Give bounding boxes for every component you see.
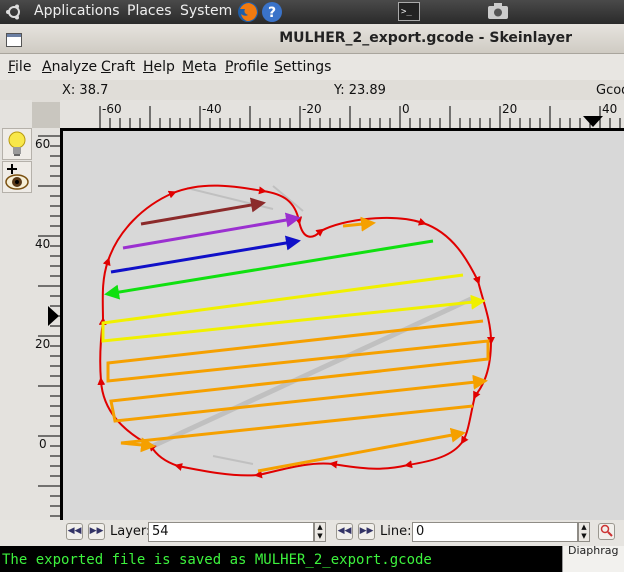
layer-field[interactable]: 54 xyxy=(148,522,314,542)
gcode-canvas[interactable] xyxy=(60,128,624,520)
status-left xyxy=(0,520,60,546)
infill-line xyxy=(342,216,376,232)
lightbulb-icon xyxy=(8,131,26,156)
menu-help[interactable]: Help xyxy=(143,59,175,75)
line-prev-button[interactable]: ◀◀ xyxy=(336,523,353,540)
layer-navigation-bar: ◀◀ ▶▶ Layer: 54 ▲ ▼ ◀◀ ▶▶ Line: 0 ▲ ▼ xyxy=(60,520,624,546)
eye-move-icon xyxy=(5,164,29,190)
horizontal-ruler: -60 -40 -20 0 20 40 xyxy=(60,100,624,128)
places-menu[interactable]: Places xyxy=(127,3,172,19)
screenshot-camera-icon[interactable] xyxy=(487,2,509,24)
ruler-x-label: 0 xyxy=(402,102,410,116)
perimeter-path xyxy=(100,184,491,476)
menu-meta[interactable]: Meta xyxy=(182,59,217,75)
system-menu[interactable]: System xyxy=(180,3,232,19)
infill-line xyxy=(140,197,266,226)
ruler-pointer-icon xyxy=(48,306,59,326)
ruler-x-label: 40 xyxy=(602,102,618,116)
terminal-output: The exported file is saved as MULHER_2_e… xyxy=(0,546,562,572)
infill-line xyxy=(106,319,490,423)
view-tool-button[interactable] xyxy=(2,161,32,193)
layer-spinner[interactable]: ▲ ▼ xyxy=(314,522,326,542)
menu-analyze[interactable]: Analyze xyxy=(42,59,97,75)
magnifier-icon xyxy=(600,524,613,537)
menubar: File Analyze Craft Help Meta Profile Set… xyxy=(0,54,624,80)
ruler-y-label: 60 xyxy=(35,137,51,151)
y-readout: Y: 23.89 xyxy=(334,83,386,98)
ruler-y-label: 20 xyxy=(35,337,51,351)
line-label: Line: xyxy=(380,524,412,539)
side-panel-text: Diaphrag xyxy=(568,546,619,557)
ruler-x-label: -20 xyxy=(302,102,322,116)
zoom-button[interactable] xyxy=(598,523,615,540)
menu-file[interactable]: File xyxy=(8,59,31,75)
desktop: Applications Places System ? >_ MULHER_2… xyxy=(0,0,624,572)
line-next-button[interactable]: ▶▶ xyxy=(358,523,375,540)
layer-label: Layer: xyxy=(110,524,151,539)
terminal-icon[interactable]: >_ xyxy=(398,2,420,25)
ubuntu-logo-icon[interactable] xyxy=(4,2,24,26)
menu-craft[interactable]: Craft xyxy=(101,59,135,75)
window-titlebar[interactable]: MULHER_2_export.gcode - Skeinlayer xyxy=(0,24,624,54)
menu-profile[interactable]: Profile xyxy=(225,59,269,75)
ruler-x-label: 20 xyxy=(502,102,518,116)
applications-menu[interactable]: Applications xyxy=(34,3,120,19)
window-title: MULHER_2_export.gcode - Skeinlayer xyxy=(279,30,572,46)
layer-next-button[interactable]: ▶▶ xyxy=(88,523,105,540)
vertical-ruler: 60 40 20 0 xyxy=(32,128,60,520)
window-menu-icon[interactable] xyxy=(6,32,22,51)
ruler-y-label: 0 xyxy=(39,437,47,451)
ruler-x-label: -40 xyxy=(202,102,222,116)
infill-line xyxy=(257,427,466,473)
coordinate-readout: X: 38.7 Y: 23.89 Gcod xyxy=(0,80,624,102)
infill-lines xyxy=(101,197,490,473)
travel-line xyxy=(212,455,254,465)
line-spinner[interactable]: ▲ ▼ xyxy=(578,522,590,542)
ruler-x-label: -60 xyxy=(102,102,122,116)
terminal-line: The exported file is saved as MULHER_2_e… xyxy=(2,552,432,568)
layer-prev-button[interactable]: ◀◀ xyxy=(66,523,83,540)
svg-text:?: ? xyxy=(268,5,276,21)
bulb-tool-button[interactable] xyxy=(2,128,32,160)
menu-settings[interactable]: Settings xyxy=(274,59,331,75)
travel-line xyxy=(272,185,304,212)
x-readout: X: 38.7 xyxy=(62,83,109,98)
line-field[interactable]: 0 xyxy=(412,522,578,542)
svg-text:>_: >_ xyxy=(401,7,412,17)
top-panel: Applications Places System ? >_ xyxy=(0,0,624,24)
side-panel-fragment: Diaphrag xyxy=(562,546,624,572)
ruler-y-label: 40 xyxy=(35,237,51,251)
gcode-readout: Gcod xyxy=(596,83,624,98)
